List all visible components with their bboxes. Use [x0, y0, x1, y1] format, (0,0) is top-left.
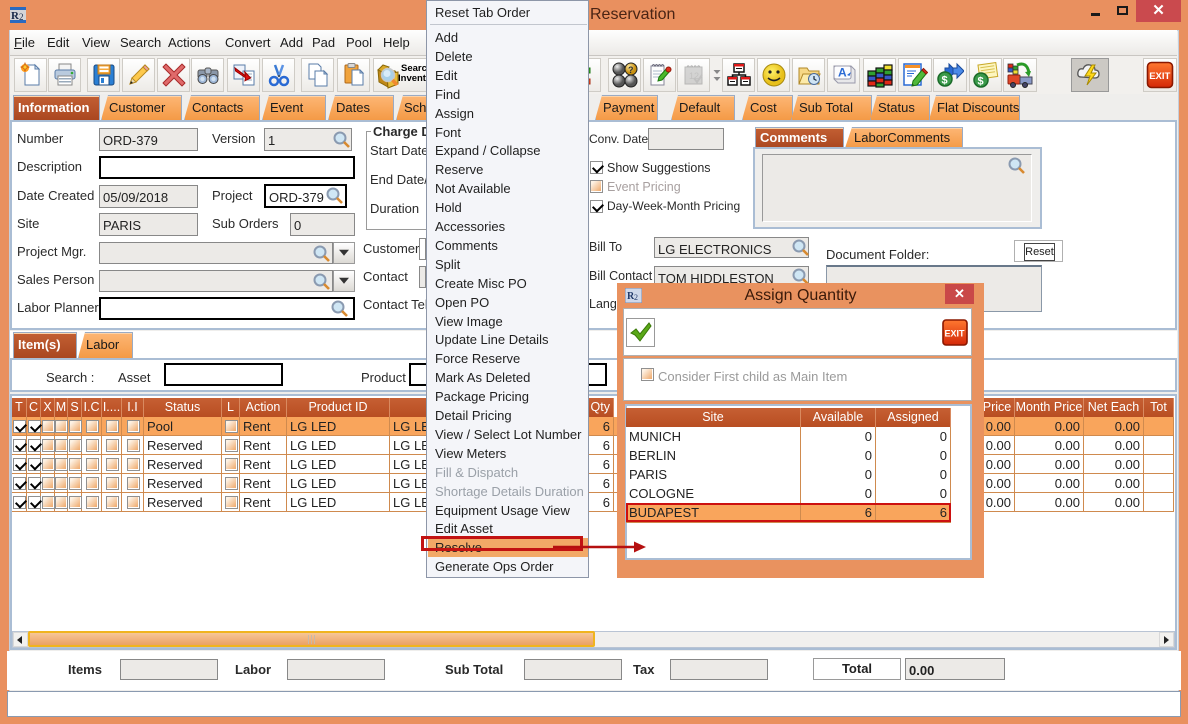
svg-text:$: $	[942, 75, 948, 87]
svg-text:2: 2	[19, 12, 24, 22]
svg-text:A: A	[838, 66, 847, 80]
svg-text:?: ?	[628, 65, 634, 75]
svg-text:EXIT: EXIT	[1149, 71, 1170, 82]
svg-text:$: $	[977, 76, 983, 88]
svg-text:EXIT: EXIT	[945, 329, 966, 339]
